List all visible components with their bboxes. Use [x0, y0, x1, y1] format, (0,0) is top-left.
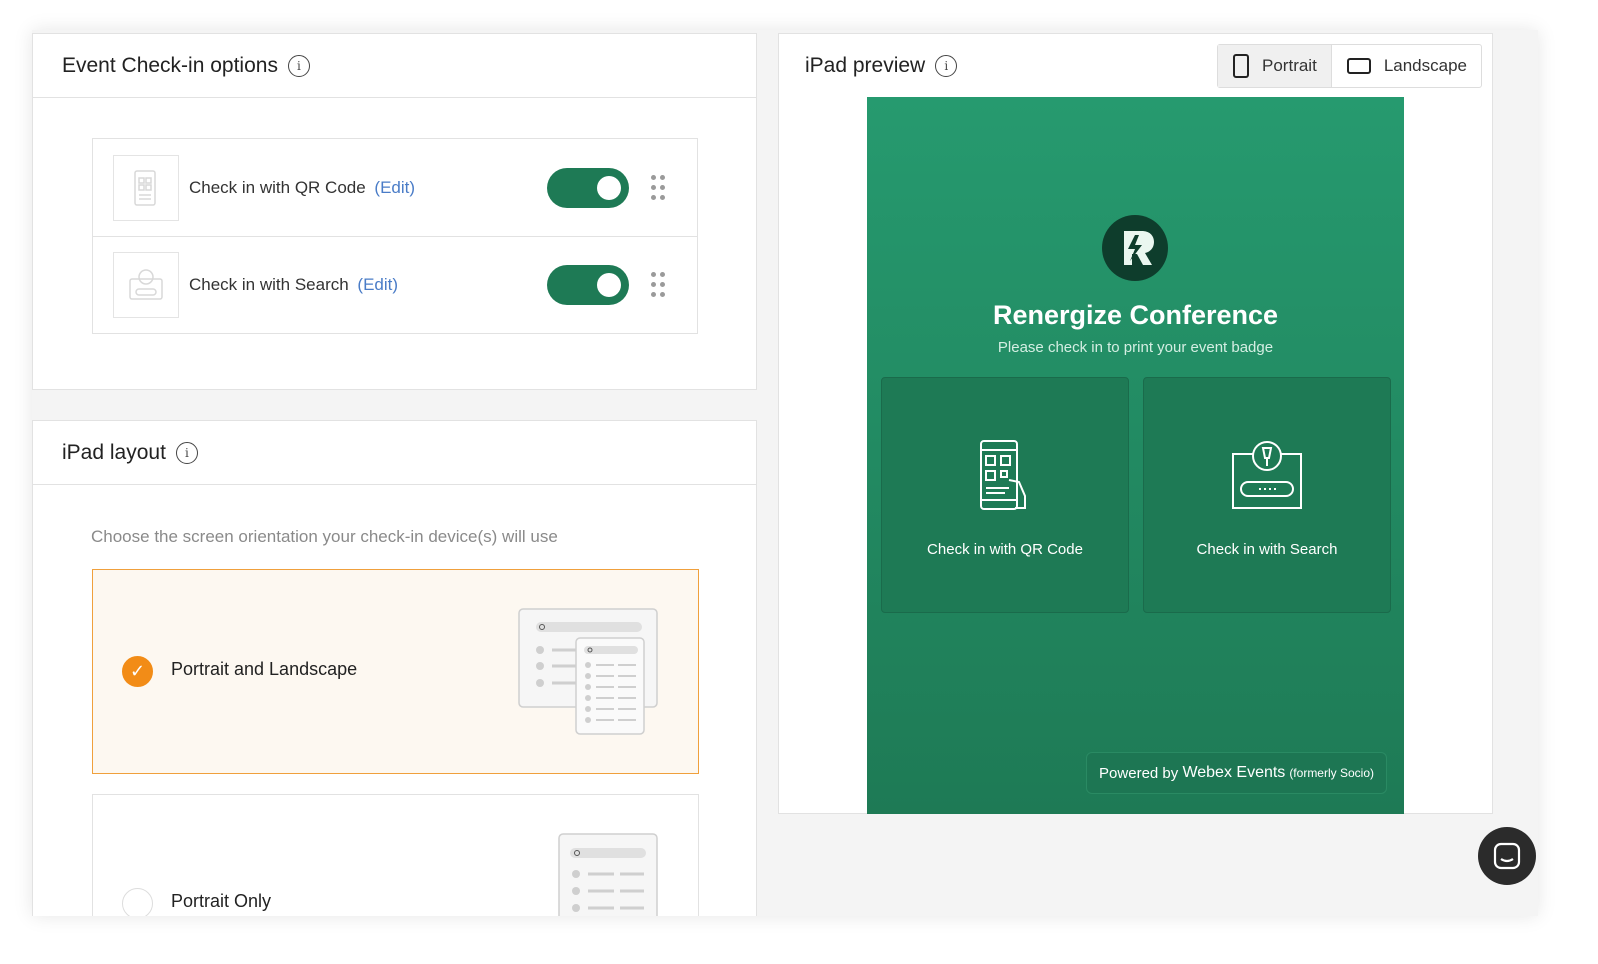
layout-option-label: Portrait and Landscape [171, 659, 358, 679]
r-lightning-logo-icon [1124, 231, 1154, 265]
ipad-layout-title: iPad layout [62, 440, 166, 464]
ipad-preview-card: iPad preview i Portrait Landscape Renerg… [778, 33, 1493, 814]
checkin-option-label: Check in with QR Code (Edit) [189, 178, 415, 198]
info-icon[interactable]: i [175, 441, 198, 464]
landscape-label: Landscape [1383, 56, 1467, 75]
drag-handle-icon[interactable] [651, 272, 665, 298]
tile-checkin-search[interactable]: Check in with Search [1143, 377, 1391, 613]
orientation-switch: Portrait Landscape [1217, 44, 1482, 88]
edit-link[interactable]: (Edit) [374, 178, 415, 197]
edit-link[interactable]: (Edit) [357, 275, 398, 294]
tablet-landscape-icon [1346, 58, 1371, 74]
landscape-button[interactable]: Landscape [1330, 45, 1481, 87]
portrait-illustration-icon [558, 833, 658, 916]
chat-icon [1493, 842, 1521, 870]
option-name: Check in with QR Code [189, 177, 366, 197]
toggle-knob [597, 175, 621, 200]
tablet-portrait-icon [1233, 54, 1250, 78]
drag-handle-icon[interactable] [651, 174, 665, 201]
event-logo [1102, 215, 1168, 281]
tile-checkin-qr[interactable]: Check in with QR Code [881, 377, 1129, 613]
tile-label: Check in with QR Code [927, 541, 1083, 558]
qr-phone-icon [882, 438, 1128, 514]
checkin-options-title: Event Check-in options [62, 53, 278, 77]
ipad-preview-title: iPad preview [805, 54, 926, 77]
portrait-landscape-illustration-icon [518, 608, 658, 735]
ipad-layout-card: iPad layout i Choose the screen orientat… [32, 420, 757, 916]
search-kiosk-icon [1144, 438, 1390, 514]
checkin-option-search: Check in with Search (Edit) [93, 236, 697, 333]
checkin-option-list: Check in with QR Code (Edit) Check in wi… [92, 138, 698, 334]
portrait-label: Portrait [1262, 56, 1317, 75]
powered-by-text: Powered by [1099, 764, 1179, 782]
event-title: Renergize Conference [992, 300, 1279, 330]
layout-option-portrait-landscape[interactable]: ✓ Portrait and Landscape [92, 569, 699, 774]
qr-checkin-toggle[interactable] [547, 167, 629, 208]
search-checkin-toggle[interactable] [547, 265, 629, 305]
checkin-option-qr: Check in with QR Code (Edit) [93, 139, 697, 236]
powered-by-brand: Webex Events [1182, 764, 1286, 781]
search-kiosk-icon [113, 252, 179, 318]
info-icon[interactable]: i [287, 54, 310, 77]
layout-description: Choose the screen orientation your check… [91, 527, 558, 546]
main-frame: Event Check-in options i Check in with Q… [32, 30, 1538, 916]
layout-option-portrait-only[interactable]: Portrait Only [92, 794, 699, 916]
checkin-options-card: Event Check-in options i Check in with Q… [32, 33, 757, 390]
radio-checked-icon[interactable]: ✓ [122, 656, 153, 687]
ipad-screen-preview: Renergize Conference Please check in to … [867, 97, 1404, 814]
powered-by-note: (formerly Socio) [1289, 766, 1374, 780]
event-subtitle: Please check in to print your event badg… [997, 339, 1274, 356]
powered-by-badge[interactable]: Powered by Webex Events (formerly Socio) [1086, 752, 1387, 794]
layout-option-label: Portrait Only [171, 891, 272, 911]
info-icon[interactable]: i [935, 55, 958, 77]
checkin-options-header: Event Check-in options i [33, 34, 756, 98]
toggle-knob [597, 273, 621, 297]
option-name: Check in with Search [189, 275, 349, 294]
chat-support-button[interactable] [1478, 827, 1536, 885]
checkin-option-label: Check in with Search (Edit) [189, 275, 398, 295]
portrait-button[interactable]: Portrait [1218, 45, 1331, 87]
qr-phone-icon [113, 154, 179, 221]
radio-unchecked-icon[interactable] [122, 888, 153, 916]
ipad-layout-header: iPad layout i [33, 421, 756, 485]
tile-label: Check in with Search [1196, 541, 1338, 558]
